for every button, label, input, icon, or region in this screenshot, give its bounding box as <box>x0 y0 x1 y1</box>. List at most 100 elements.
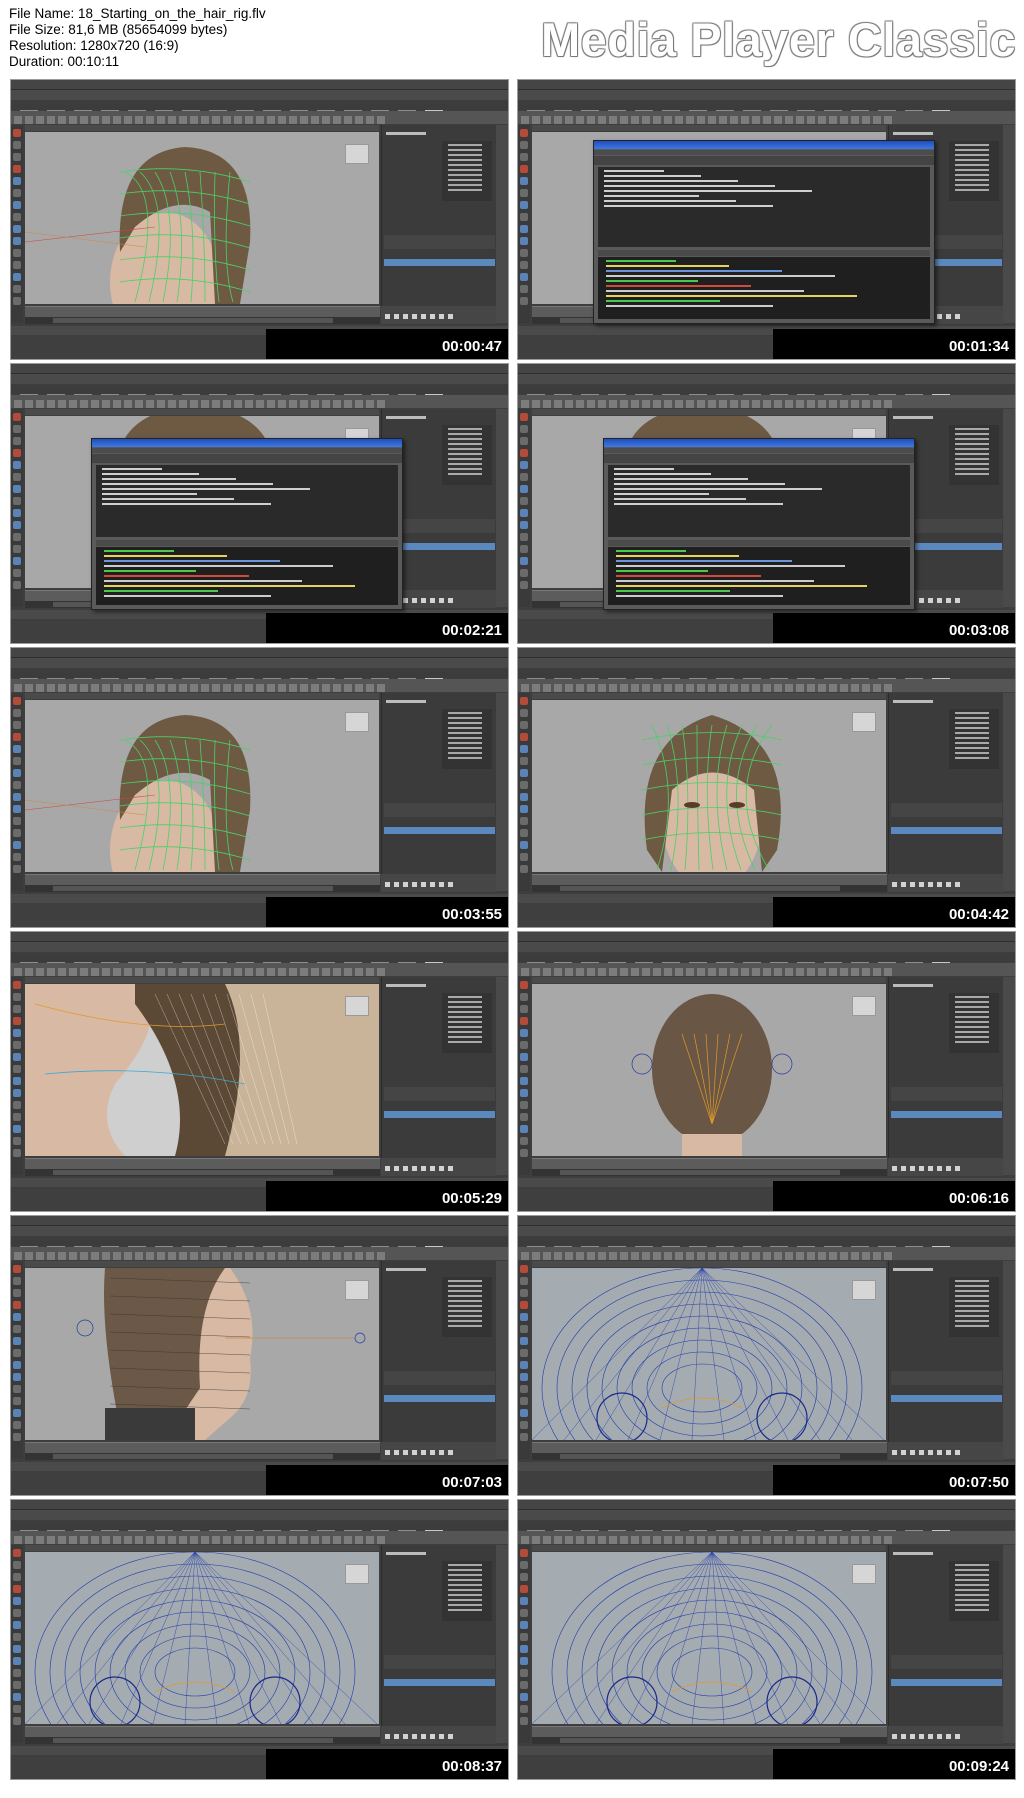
video-thumbnail[interactable]: 00:00:47 <box>10 79 509 360</box>
shelf-tabs[interactable] <box>11 669 508 682</box>
maya-status-line[interactable] <box>518 658 1015 668</box>
range-slider[interactable] <box>25 885 380 892</box>
channel-box[interactable] <box>888 1545 1004 1743</box>
viewport[interactable] <box>532 700 886 872</box>
view-cube[interactable] <box>852 712 876 732</box>
side-panel[interactable] <box>1003 125 1015 323</box>
shelf-icons[interactable] <box>11 679 508 692</box>
viewport[interactable] <box>25 700 379 872</box>
range-slider[interactable] <box>25 1453 380 1460</box>
time-slider[interactable] <box>532 1726 887 1737</box>
toolbox[interactable] <box>11 1545 23 1743</box>
shelf-icons[interactable] <box>518 395 1015 408</box>
side-panel[interactable] <box>1003 693 1015 891</box>
playback-controls[interactable] <box>888 1442 1003 1460</box>
playback-controls[interactable] <box>381 874 496 892</box>
toolbox[interactable] <box>11 409 23 607</box>
maya-menu-bar[interactable] <box>11 932 508 945</box>
viewport-menu[interactable] <box>532 1261 886 1267</box>
script-editor-titlebar[interactable] <box>92 439 402 447</box>
maya-menu-bar[interactable] <box>518 1216 1015 1229</box>
shelf-tabs[interactable] <box>11 101 508 114</box>
script-editor-tabs[interactable] <box>608 540 910 546</box>
viewport[interactable] <box>25 984 379 1156</box>
playback-controls[interactable] <box>888 874 1003 892</box>
maya-status-line[interactable] <box>11 1510 508 1520</box>
shelf-icons[interactable] <box>518 111 1015 124</box>
maya-menu-bar[interactable] <box>11 364 508 377</box>
range-slider[interactable] <box>532 885 887 892</box>
video-thumbnail[interactable]: 00:04:42 <box>517 647 1016 928</box>
side-panel[interactable] <box>496 1261 508 1459</box>
time-slider[interactable] <box>532 874 887 885</box>
shelf-icons[interactable] <box>518 1247 1015 1260</box>
toolbox[interactable] <box>11 1261 23 1459</box>
video-thumbnail[interactable]: 00:02:21 <box>10 363 509 644</box>
maya-status-line[interactable] <box>11 942 508 952</box>
shelf-tabs[interactable] <box>518 1237 1015 1250</box>
viewport-menu[interactable] <box>25 409 379 415</box>
video-thumbnail[interactable]: 00:07:50 <box>517 1215 1016 1496</box>
shelf-tabs[interactable] <box>518 1521 1015 1534</box>
shelf-icons[interactable] <box>518 679 1015 692</box>
channel-box[interactable] <box>381 1261 497 1459</box>
viewport[interactable] <box>532 1552 886 1724</box>
range-slider[interactable] <box>532 1169 887 1176</box>
maya-menu-bar[interactable] <box>11 1500 508 1513</box>
maya-status-line[interactable] <box>11 90 508 100</box>
side-panel[interactable] <box>496 125 508 323</box>
viewport-menu[interactable] <box>532 693 886 699</box>
maya-status-line[interactable] <box>518 942 1015 952</box>
maya-status-line[interactable] <box>518 374 1015 384</box>
script-editor-tabs[interactable] <box>96 540 398 546</box>
channel-box[interactable] <box>381 693 497 891</box>
script-input[interactable] <box>598 257 930 319</box>
side-panel[interactable] <box>1003 977 1015 1175</box>
layer-editor[interactable] <box>384 235 495 266</box>
channel-box[interactable] <box>381 1545 497 1743</box>
script-editor-window[interactable] <box>91 438 403 610</box>
layer-editor[interactable] <box>891 1371 1002 1402</box>
channel-box[interactable] <box>888 693 1004 891</box>
layer-editor[interactable] <box>384 803 495 834</box>
script-editor-window[interactable] <box>593 140 935 324</box>
layer-editor[interactable] <box>891 1087 1002 1118</box>
range-slider[interactable] <box>25 1737 380 1744</box>
channel-box[interactable] <box>888 977 1004 1175</box>
viewport[interactable] <box>25 1268 379 1440</box>
script-editor-window[interactable] <box>603 438 915 610</box>
layer-editor[interactable] <box>891 1655 1002 1686</box>
range-slider[interactable] <box>532 1453 887 1460</box>
shelf-icons[interactable] <box>11 1531 508 1544</box>
maya-menu-bar[interactable] <box>11 648 508 661</box>
view-cube[interactable] <box>852 996 876 1016</box>
viewport-menu[interactable] <box>25 693 379 699</box>
video-thumbnail[interactable]: 00:01:34 <box>517 79 1016 360</box>
shelf-icons[interactable] <box>11 111 508 124</box>
viewport[interactable] <box>532 1268 886 1440</box>
toolbox[interactable] <box>11 693 23 891</box>
shelf-icons[interactable] <box>11 1247 508 1260</box>
playback-controls[interactable] <box>888 1726 1003 1744</box>
range-slider[interactable] <box>25 317 380 324</box>
time-slider[interactable] <box>532 1442 887 1453</box>
maya-status-line[interactable] <box>11 658 508 668</box>
script-editor-toolbar[interactable] <box>604 454 914 463</box>
maya-status-line[interactable] <box>518 90 1015 100</box>
playback-controls[interactable] <box>888 1158 1003 1176</box>
toolbox[interactable] <box>518 125 530 323</box>
view-cube[interactable] <box>345 712 369 732</box>
viewport[interactable] <box>532 984 886 1156</box>
maya-menu-bar[interactable] <box>518 648 1015 661</box>
viewport-menu[interactable] <box>532 125 886 131</box>
script-editor-toolbar[interactable] <box>92 454 402 463</box>
maya-menu-bar[interactable] <box>518 364 1015 377</box>
shelf-tabs[interactable] <box>11 1521 508 1534</box>
maya-status-line[interactable] <box>11 1226 508 1236</box>
maya-menu-bar[interactable] <box>11 80 508 93</box>
script-input[interactable] <box>96 547 398 605</box>
layer-editor[interactable] <box>384 1371 495 1402</box>
channel-box[interactable] <box>888 1261 1004 1459</box>
view-cube[interactable] <box>345 996 369 1016</box>
channel-box[interactable] <box>381 125 497 323</box>
